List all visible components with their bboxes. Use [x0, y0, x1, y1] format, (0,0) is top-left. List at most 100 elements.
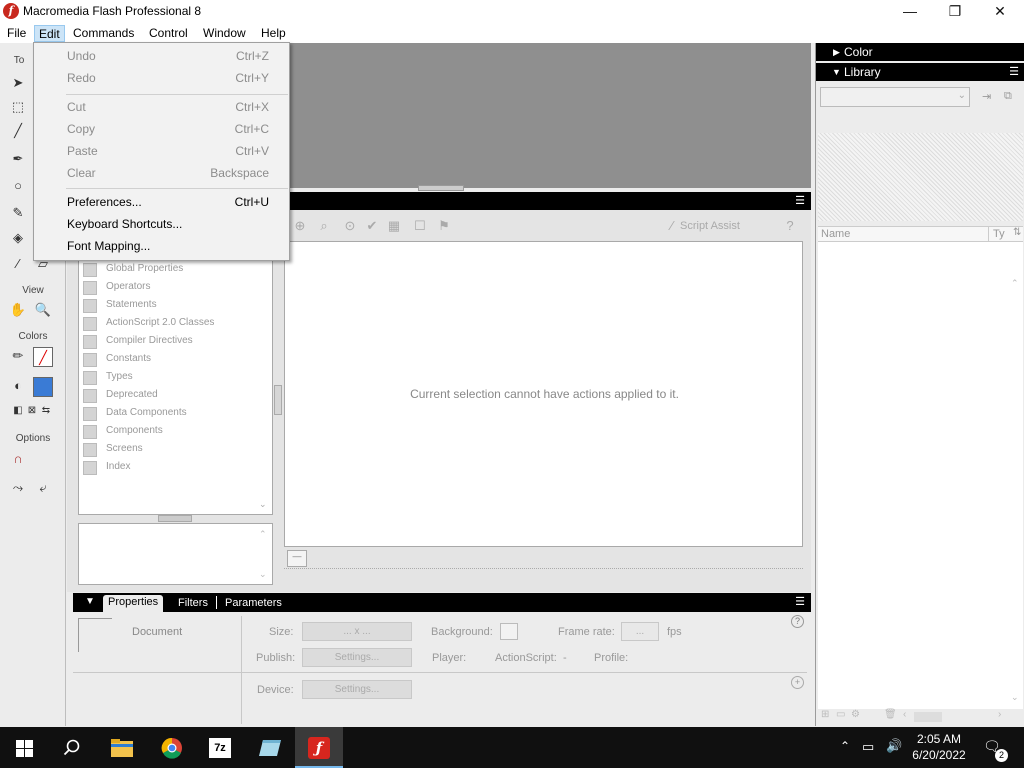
collapse-toolbox-handle[interactable]	[274, 385, 282, 415]
close-button[interactable]: ✕	[977, 0, 1023, 23]
clock[interactable]: 2:05 AM 6/20/2022	[905, 731, 973, 763]
menu-item-font-mapping[interactable]: Font Mapping...	[34, 235, 289, 257]
script-navigator[interactable]: ⌃ ⌄	[78, 523, 273, 585]
new-library-panel-icon[interactable]: ⧉	[1004, 90, 1012, 103]
panel-resize-handle[interactable]	[418, 185, 464, 191]
taskbar-flash[interactable]: ƒ	[295, 727, 343, 768]
pencil-tool-icon[interactable]: ✎	[8, 203, 28, 223]
menu-commands[interactable]: Commands	[69, 25, 138, 42]
oval-tool-icon[interactable]: ○	[8, 176, 28, 196]
add-action-icon[interactable]: ⊕	[292, 218, 308, 234]
taskbar-7zip[interactable]: 7z	[196, 727, 244, 768]
swap-colors-icon[interactable]: ⇆	[36, 401, 56, 421]
scroll-down-icon[interactable]: ⌄	[259, 499, 269, 509]
list-item[interactable]: Deprecated	[83, 387, 263, 405]
device-settings-button[interactable]: Settings...	[302, 680, 412, 699]
frame-rate-input[interactable]: ...	[621, 622, 659, 641]
menu-item-copy[interactable]: Copy Ctrl+C	[34, 118, 289, 140]
straighten-icon[interactable]: ⤶	[33, 478, 53, 498]
hand-tool-icon[interactable]: ✋	[8, 300, 28, 320]
help-icon[interactable]: ?	[791, 615, 804, 628]
menu-item-keyboard-shortcuts[interactable]: Keyboard Shortcuts...	[34, 213, 289, 235]
zoom-tool-icon[interactable]: 🔍	[33, 300, 53, 320]
taskbar-chrome[interactable]	[148, 727, 196, 768]
help-icon[interactable]: ?	[782, 218, 798, 234]
volume-icon[interactable]: 🔊	[886, 738, 902, 754]
eyedropper-tool-icon[interactable]: ⁄	[8, 254, 28, 274]
menu-item-clear[interactable]: Clear Backspace	[34, 162, 289, 184]
color-panel-header[interactable]: ▶ Color	[816, 43, 1024, 61]
script-editor[interactable]: Current selection cannot have actions ap…	[284, 241, 803, 547]
network-icon[interactable]: ▭	[862, 739, 874, 755]
name-column-header[interactable]: Name	[821, 228, 850, 240]
menu-window[interactable]: Window	[199, 25, 250, 42]
horizontal-scrollbar-thumb[interactable]	[914, 712, 942, 722]
properties-icon[interactable]: ⚙	[851, 709, 860, 720]
script-assist-button[interactable]: Script Assist	[680, 220, 740, 232]
scroll-left-icon[interactable]: ‹	[903, 709, 906, 720]
size-button[interactable]: ... x ...	[302, 622, 412, 641]
list-item[interactable]: Index	[83, 459, 263, 477]
expand-icon[interactable]: +	[791, 676, 804, 689]
menu-item-undo[interactable]: Undo Ctrl+Z	[34, 45, 289, 67]
free-transform-tool-icon[interactable]: ⬚	[8, 97, 28, 117]
menu-item-preferences[interactable]: Preferences... Ctrl+U	[34, 191, 289, 213]
library-list[interactable]: ⌃ ⌄	[818, 242, 1023, 709]
publish-settings-button[interactable]: Settings...	[302, 648, 412, 667]
list-item[interactable]: Operators	[83, 279, 263, 297]
scroll-down-icon[interactable]: ⌄	[259, 569, 267, 580]
paint-bucket-tool-icon[interactable]: ◈	[8, 228, 28, 248]
panel-options-icon[interactable]: ☰	[795, 595, 805, 608]
taskbar-notepad[interactable]	[246, 727, 294, 768]
menu-item-paste[interactable]: Paste Ctrl+V	[34, 140, 289, 162]
delete-icon[interactable]: 🗑	[884, 709, 897, 720]
scroll-up-icon[interactable]: ⌃	[1011, 278, 1019, 289]
tab-filters[interactable]: Filters	[173, 596, 213, 612]
restore-button[interactable]: ❐	[932, 0, 978, 23]
library-document-select[interactable]: ⌄	[820, 87, 970, 107]
list-item[interactable]: Components	[83, 423, 263, 441]
check-syntax-icon[interactable]: ✔	[364, 218, 380, 234]
list-item[interactable]: Types	[83, 369, 263, 387]
menu-file[interactable]: File	[3, 25, 30, 42]
list-item[interactable]: Statements	[83, 297, 263, 315]
list-item[interactable]: Screens	[83, 441, 263, 459]
stroke-color-icon[interactable]: ✏	[8, 346, 28, 366]
taskbar-file-explorer[interactable]	[98, 727, 146, 768]
line-tool-icon[interactable]: ╱	[8, 121, 28, 141]
scroll-up-icon[interactable]: ⌃	[259, 529, 267, 540]
scroll-down-icon[interactable]: ⌄	[1011, 692, 1019, 703]
stroke-color-swatch[interactable]: ╱	[33, 347, 53, 367]
library-panel-header[interactable]: ▼ Library ☰	[816, 63, 1024, 81]
list-item[interactable]: Constants	[83, 351, 263, 369]
snap-magnet-icon[interactable]: ∩	[8, 449, 28, 469]
collapse-triangle-icon[interactable]: ▼	[85, 596, 95, 607]
pin-library-icon[interactable]: ⇥	[982, 90, 991, 103]
list-item[interactable]: Global Properties	[83, 261, 263, 279]
type-column-header[interactable]: Ty	[993, 228, 1005, 240]
pen-tool-icon[interactable]: ✒	[8, 149, 28, 169]
menu-help[interactable]: Help	[257, 25, 290, 42]
sort-icon[interactable]: ⇅	[1013, 227, 1021, 238]
smooth-icon[interactable]: ⤳	[8, 478, 28, 498]
search-button[interactable]	[48, 727, 96, 768]
tab-parameters[interactable]: Parameters	[220, 596, 287, 612]
list-item[interactable]: Compiler Directives	[83, 333, 263, 351]
code-hint-icon[interactable]: ☐	[412, 218, 428, 234]
menu-item-redo[interactable]: Redo Ctrl+Y	[34, 67, 289, 89]
debug-options-icon[interactable]: ⚑	[436, 218, 452, 234]
target-icon[interactable]: ⊙	[342, 218, 358, 234]
find-icon[interactable]: ⌕	[316, 218, 332, 234]
list-item[interactable]: Data Components	[83, 405, 263, 423]
fill-color-swatch[interactable]	[33, 377, 53, 397]
menu-item-cut[interactable]: Cut Ctrl+X	[34, 96, 289, 118]
arrow-tool-icon[interactable]: ➤	[8, 73, 28, 93]
menu-edit[interactable]: Edit	[34, 25, 65, 42]
new-folder-icon[interactable]: ▭	[836, 709, 845, 720]
chevron-up-icon[interactable]: ⌃	[840, 739, 850, 753]
script-assist-icon[interactable]: ⁄	[664, 218, 680, 234]
minimize-button[interactable]: —	[887, 0, 933, 23]
new-symbol-icon[interactable]: ⊞	[821, 709, 829, 720]
scroll-right-icon[interactable]: ›	[998, 709, 1001, 720]
list-item[interactable]: ActionScript 2.0 Classes	[83, 315, 263, 333]
